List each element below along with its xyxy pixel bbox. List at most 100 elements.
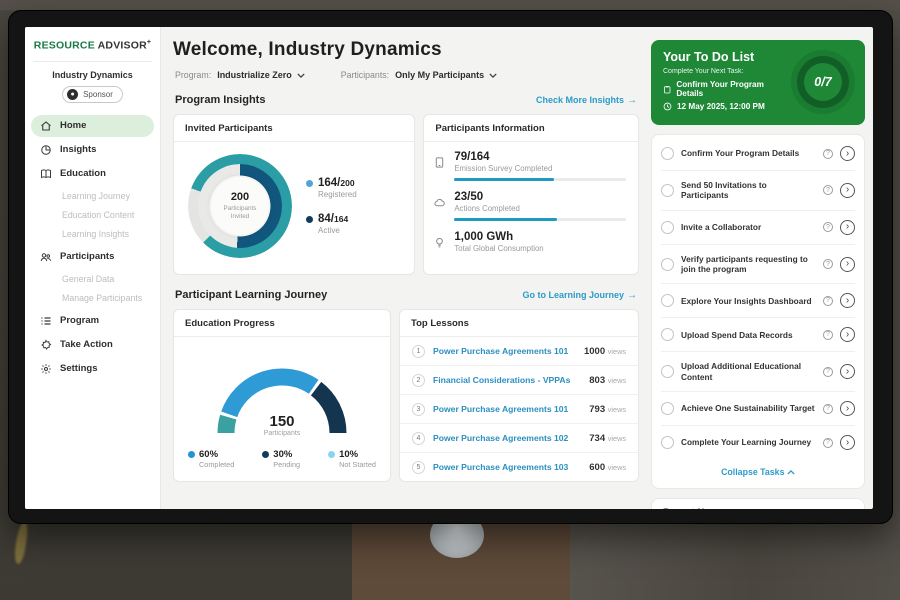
- sidebar-item-insights[interactable]: Insights: [31, 139, 154, 161]
- participants-filter: Participants: Only My Participants: [341, 70, 497, 80]
- help-icon[interactable]: ?: [823, 222, 833, 232]
- help-icon[interactable]: ?: [823, 404, 833, 414]
- todo-next-task[interactable]: Confirm Your Program Details: [663, 80, 785, 98]
- lesson-rank-badge: 4: [412, 432, 425, 445]
- task-chevron-right-icon[interactable]: ›: [840, 220, 855, 235]
- program-filter-dropdown[interactable]: Industrialize Zero: [217, 70, 305, 80]
- todo-due-date: 12 May 2025, 12:00 PM: [663, 102, 785, 111]
- participants-filter-value: Only My Participants: [395, 70, 484, 80]
- donut-center-label: Participants Invited: [211, 205, 269, 221]
- task-checkbox[interactable]: [661, 221, 674, 234]
- education-icon: [40, 168, 52, 180]
- sponsor-badge[interactable]: ● Sponsor: [62, 86, 123, 103]
- participants-filter-dropdown[interactable]: Only My Participants: [395, 70, 497, 80]
- help-icon[interactable]: ?: [823, 259, 833, 269]
- bulb-icon: [434, 235, 446, 258]
- sidebar-item-education-content[interactable]: Education Content: [31, 206, 154, 225]
- invited-donut-chart: 200 Participants Invited: [188, 154, 292, 258]
- sidebar-item-label: Learning Insights: [62, 229, 129, 239]
- education-gauge-chart: 150 Participants: [202, 351, 362, 437]
- help-icon[interactable]: ?: [823, 296, 833, 306]
- sidebar-item-learning-journey[interactable]: Learning Journey: [31, 187, 154, 206]
- stat-label: Emission Survey Completed: [454, 164, 626, 173]
- logo-text-primary: RESOURCE: [34, 40, 95, 52]
- task-chevron-right-icon[interactable]: ›: [840, 364, 855, 379]
- stat-value: 1,000 GWh: [454, 231, 626, 243]
- help-icon[interactable]: ?: [823, 367, 833, 377]
- donut-center-value: 200: [211, 191, 269, 203]
- sidebar-item-label: Settings: [60, 363, 97, 374]
- task-checkbox[interactable]: [661, 147, 674, 160]
- task-checkbox[interactable]: [661, 294, 674, 307]
- task-checkbox[interactable]: [661, 328, 674, 341]
- lesson-title-link[interactable]: Power Purchase Agreements 102: [433, 433, 581, 443]
- todo-title: Your To Do List: [663, 50, 785, 64]
- sidebar-item-take-action[interactable]: Take Action: [31, 334, 154, 356]
- sponsor-badge-icon: ●: [67, 89, 78, 100]
- lesson-title-link[interactable]: Power Purchase Agreements 101: [433, 346, 576, 356]
- task-label: Upload Spend Data Records: [681, 330, 816, 340]
- participants-information-body: 79/164Emission Survey Completed23/50Acti…: [424, 142, 638, 274]
- stat-label: Total Global Consumption: [454, 244, 626, 253]
- sidebar-item-participants[interactable]: Participants: [31, 246, 154, 268]
- help-icon[interactable]: ?: [823, 149, 833, 159]
- task-chevron-right-icon[interactable]: ›: [840, 401, 855, 416]
- sidebar-item-label: Insights: [60, 144, 96, 155]
- participants-filter-label: Participants:: [341, 70, 389, 80]
- legend-value: 60%: [199, 449, 218, 460]
- todo-task-send-50-invitations-to-participants: Send 50 Invitations to Participants?›: [661, 170, 855, 210]
- arrow-right-icon: →: [627, 290, 637, 301]
- task-chevron-right-icon[interactable]: ›: [840, 146, 855, 161]
- task-chevron-right-icon[interactable]: ›: [840, 293, 855, 308]
- sidebar-item-learning-insights[interactable]: Learning Insights: [31, 225, 154, 244]
- stat-progress-fill: [454, 218, 557, 221]
- lesson-title-link[interactable]: Power Purchase Agreements 103: [433, 462, 581, 472]
- program-filter: Program: Industrialize Zero: [175, 70, 305, 80]
- sidebar-item-home[interactable]: Home: [31, 115, 154, 137]
- lesson-row: 4Power Purchase Agreements 102734 views: [400, 423, 638, 452]
- lesson-rank-badge: 3: [412, 403, 425, 416]
- task-checkbox[interactable]: [661, 436, 674, 449]
- sidebar-item-manage-participants[interactable]: Manage Participants: [31, 289, 154, 308]
- sidebar-item-label: Manage Participants: [62, 293, 142, 303]
- help-icon[interactable]: ?: [823, 438, 833, 448]
- todo-task-upload-spend-data-records: Upload Spend Data Records? ›: [661, 317, 855, 351]
- lesson-title-link[interactable]: Power Purchase Agreements 101: [433, 404, 581, 414]
- task-checkbox[interactable]: [661, 402, 674, 415]
- help-icon[interactable]: ?: [823, 185, 833, 195]
- todo-tasks-card: Confirm Your Program Details?›Send 50 In…: [651, 134, 865, 489]
- invited-participants-card: Invited Participants 200 Participants In…: [173, 114, 415, 275]
- sidebar-item-education[interactable]: Education: [31, 163, 154, 185]
- todo-progress-value: 0/7: [804, 63, 842, 101]
- lesson-title-link[interactable]: Financial Considerations - VPPAs: [433, 375, 581, 385]
- top-lessons-list: 1Power Purchase Agreements 1011000 views…: [400, 337, 638, 481]
- sidebar-item-settings[interactable]: Settings: [31, 358, 154, 380]
- legend-item-registered: 164/200Registered: [306, 177, 357, 199]
- legend-dot: [306, 216, 313, 223]
- task-chevron-right-icon[interactable]: ›: [840, 435, 855, 450]
- sidebar-item-label: Home: [60, 120, 86, 131]
- legend-value: 84/164: [318, 213, 348, 225]
- stat-value: 23/50: [454, 191, 626, 203]
- check-more-insights-link[interactable]: Check More Insights→: [536, 95, 637, 106]
- cloud-icon: [434, 195, 446, 221]
- go-to-learning-journey-link[interactable]: Go to Learning Journey→: [522, 290, 637, 301]
- logo-plus: +: [147, 39, 151, 46]
- sidebar-item-general-data[interactable]: General Data: [31, 270, 154, 289]
- help-icon[interactable]: ?: [823, 330, 833, 340]
- todo-task-verify-participants-requesting-to-join-the-program: Verify participants requesting to join t…: [661, 244, 855, 284]
- gauge-legend-pending: 30%Pending: [262, 449, 300, 469]
- insights-icon: [40, 144, 52, 156]
- task-chevron-right-icon[interactable]: ›: [840, 183, 855, 198]
- task-chevron-right-icon[interactable]: ›: [840, 327, 855, 342]
- task-checkbox[interactable]: [661, 258, 674, 271]
- collapse-tasks-link[interactable]: Collapse Tasks: [661, 459, 855, 486]
- take-action-icon: [40, 339, 52, 351]
- task-chevron-right-icon[interactable]: ›: [840, 257, 855, 272]
- task-checkbox[interactable]: [661, 365, 674, 378]
- doc-icon: [434, 155, 446, 181]
- task-checkbox[interactable]: [661, 184, 674, 197]
- app-logo: RESOURCE ADVISOR+: [31, 39, 154, 52]
- lesson-views: 600 views: [589, 462, 626, 473]
- sidebar-item-program[interactable]: Program: [31, 310, 154, 332]
